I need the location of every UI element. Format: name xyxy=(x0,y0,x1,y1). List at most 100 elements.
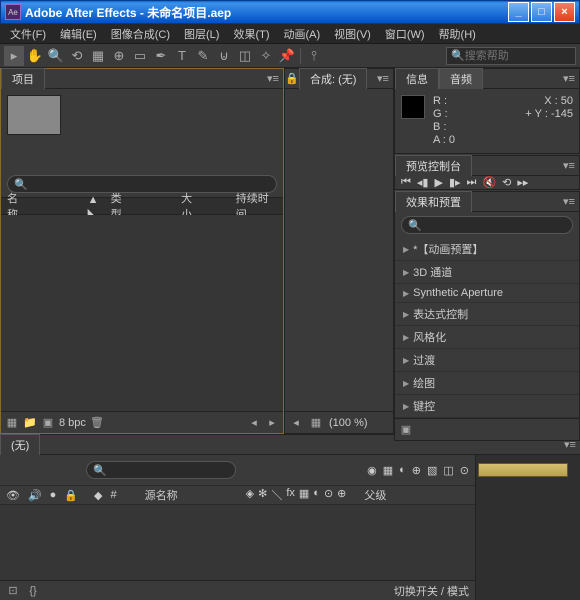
trash-icon[interactable]: 🗑 xyxy=(90,416,104,430)
next-frame-icon[interactable]: ▮▸ xyxy=(449,176,461,189)
brace-icon[interactable]: {} xyxy=(26,584,40,598)
menu-effect[interactable]: 效果(T) xyxy=(227,24,275,44)
timeline-track-area[interactable] xyxy=(476,455,580,600)
effects-search-input[interactable] xyxy=(422,219,566,231)
scroll-left-icon[interactable]: ◂ xyxy=(247,416,261,430)
toggle-icon[interactable]: ⊡ xyxy=(6,584,20,598)
timeline-search-input[interactable] xyxy=(107,464,229,476)
mode-icon[interactable]: ◈ xyxy=(246,487,254,503)
folder-icon[interactable]: 📁 xyxy=(23,416,37,430)
tl-icon[interactable]: ⊙ xyxy=(460,464,469,477)
tab-project[interactable]: 项目 xyxy=(1,68,45,89)
mute-icon[interactable]: 🔇 xyxy=(482,176,496,189)
scroll-left-icon[interactable]: ◂ xyxy=(289,416,303,430)
zoom-level[interactable]: (100 %) xyxy=(329,417,368,429)
last-frame-icon[interactable]: ⏭ xyxy=(467,176,477,189)
zoom-tool[interactable]: 🔍 xyxy=(46,46,66,66)
tl-icon[interactable]: ▧ xyxy=(427,464,437,477)
axis-tool[interactable]: ⫯ xyxy=(304,46,324,66)
selection-tool[interactable]: ▸ xyxy=(4,46,24,66)
grid-icon[interactable]: ▦ xyxy=(309,416,323,430)
camera-tool[interactable]: ▦ xyxy=(88,46,108,66)
first-frame-icon[interactable]: ⏮ xyxy=(401,176,411,189)
mask-tool[interactable]: ▭ xyxy=(130,46,150,66)
effect-category[interactable]: ▶表达式控制 xyxy=(395,303,579,326)
parent-col[interactable]: 父级 xyxy=(364,487,386,503)
play-icon[interactable]: ▶ xyxy=(434,176,442,189)
menu-animation[interactable]: 动画(A) xyxy=(278,24,327,44)
tab-effects[interactable]: 效果和预置 xyxy=(395,191,472,212)
comp-panel-menu[interactable]: ▾≡ xyxy=(373,72,393,85)
effect-category[interactable]: ▶风格化 xyxy=(395,326,579,349)
roto-tool[interactable]: ✧ xyxy=(256,46,276,66)
clone-tool[interactable]: ⊍ xyxy=(214,46,234,66)
puppet-tool[interactable]: 📌 xyxy=(277,46,297,66)
eye-icon[interactable]: 👁 xyxy=(6,489,20,502)
lock-icon[interactable]: 🔒 xyxy=(64,489,78,502)
timeline-panel-menu[interactable]: ▾≡ xyxy=(560,438,580,451)
menu-window[interactable]: 窗口(W) xyxy=(379,24,431,44)
speaker-icon[interactable]: 🔊 xyxy=(28,489,42,502)
project-list[interactable] xyxy=(1,215,283,411)
source-col[interactable]: 源名称 xyxy=(145,487,178,503)
composition-viewer[interactable] xyxy=(285,89,393,411)
timeline-layers[interactable] xyxy=(0,505,475,580)
menu-help[interactable]: 帮助(H) xyxy=(433,24,482,44)
effects-search[interactable]: 🔍 xyxy=(401,216,573,234)
timeline-search[interactable]: 🔍 xyxy=(86,461,236,479)
effect-category[interactable]: ▶Synthetic Aperture xyxy=(395,284,579,303)
maximize-button[interactable]: □ xyxy=(531,2,552,22)
interpret-icon[interactable]: ▦ xyxy=(5,416,19,430)
menu-edit[interactable]: 编辑(E) xyxy=(54,24,103,44)
pen-tool[interactable]: ✒ xyxy=(151,46,171,66)
rotate-tool[interactable]: ⟲ xyxy=(67,46,87,66)
menu-layer[interactable]: 图层(L) xyxy=(178,24,225,44)
effects-panel-menu[interactable]: ▾≡ xyxy=(559,195,579,208)
tab-info[interactable]: 信息 xyxy=(395,68,439,89)
hand-tool[interactable]: ✋ xyxy=(25,46,45,66)
menu-file[interactable]: 文件(F) xyxy=(4,24,52,44)
info-panel-menu[interactable]: ▾≡ xyxy=(559,72,579,85)
tl-icon[interactable]: ⊕ xyxy=(412,464,421,477)
timeline-panel: (无) ▾≡ 🔍 ◉ ▦ ◐ ⊕ ▧ ◫ ⊙ 👁 xyxy=(0,434,580,600)
help-search-input[interactable] xyxy=(465,50,571,62)
tl-icon[interactable]: ▦ xyxy=(383,464,393,477)
ram-preview-icon[interactable]: ▸▸ xyxy=(517,176,528,189)
project-panel-menu[interactable]: ▾≡ xyxy=(263,72,283,85)
index-col[interactable]: # xyxy=(111,489,117,501)
search-icon: 🔍 xyxy=(93,464,107,477)
effect-category[interactable]: ▶3D 通道 xyxy=(395,261,579,284)
lock-icon[interactable]: 🔒 xyxy=(285,72,299,86)
tab-audio[interactable]: 音频 xyxy=(439,68,483,89)
prev-frame-icon[interactable]: ◂▮ xyxy=(417,176,429,189)
tab-composition[interactable]: 合成: (无) xyxy=(299,68,367,89)
effect-category[interactable]: ▶绘图 xyxy=(395,372,579,395)
effect-category[interactable]: ▶*【动画预置】 xyxy=(395,238,579,261)
tab-timeline[interactable]: (无) xyxy=(0,434,40,455)
effect-category[interactable]: ▶过渡 xyxy=(395,349,579,372)
type-tool[interactable]: T xyxy=(172,46,192,66)
pan-behind-tool[interactable]: ⊕ xyxy=(109,46,129,66)
loop-icon[interactable]: ⟲ xyxy=(502,176,511,189)
timeline-work-area[interactable] xyxy=(478,463,568,477)
effect-category[interactable]: ▶键控 xyxy=(395,395,579,418)
switches-modes-button[interactable]: 切换开关 / 模式 xyxy=(394,583,469,599)
label-icon[interactable]: ◆ xyxy=(94,489,102,502)
menu-composition[interactable]: 图像合成(C) xyxy=(105,24,176,44)
menu-view[interactable]: 视图(V) xyxy=(328,24,377,44)
solo-icon[interactable]: ● xyxy=(50,489,57,501)
brush-tool[interactable]: ✎ xyxy=(193,46,213,66)
project-search-input[interactable] xyxy=(28,178,270,190)
tl-icon[interactable]: ◐ xyxy=(399,464,406,477)
minimize-button[interactable]: _ xyxy=(508,2,529,22)
help-search[interactable]: 🔍 xyxy=(446,47,576,65)
bpc-button[interactable]: 8 bpc xyxy=(59,417,86,429)
close-button[interactable]: × xyxy=(554,2,575,22)
comp-icon[interactable]: ▣ xyxy=(41,416,55,430)
eraser-tool[interactable]: ◫ xyxy=(235,46,255,66)
tl-icon[interactable]: ◫ xyxy=(443,464,453,477)
scroll-right-icon[interactable]: ▸ xyxy=(265,416,279,430)
tl-icon[interactable]: ◉ xyxy=(367,464,377,477)
tab-preview[interactable]: 预览控制台 xyxy=(395,155,472,176)
preview-panel-menu[interactable]: ▾≡ xyxy=(559,159,579,172)
